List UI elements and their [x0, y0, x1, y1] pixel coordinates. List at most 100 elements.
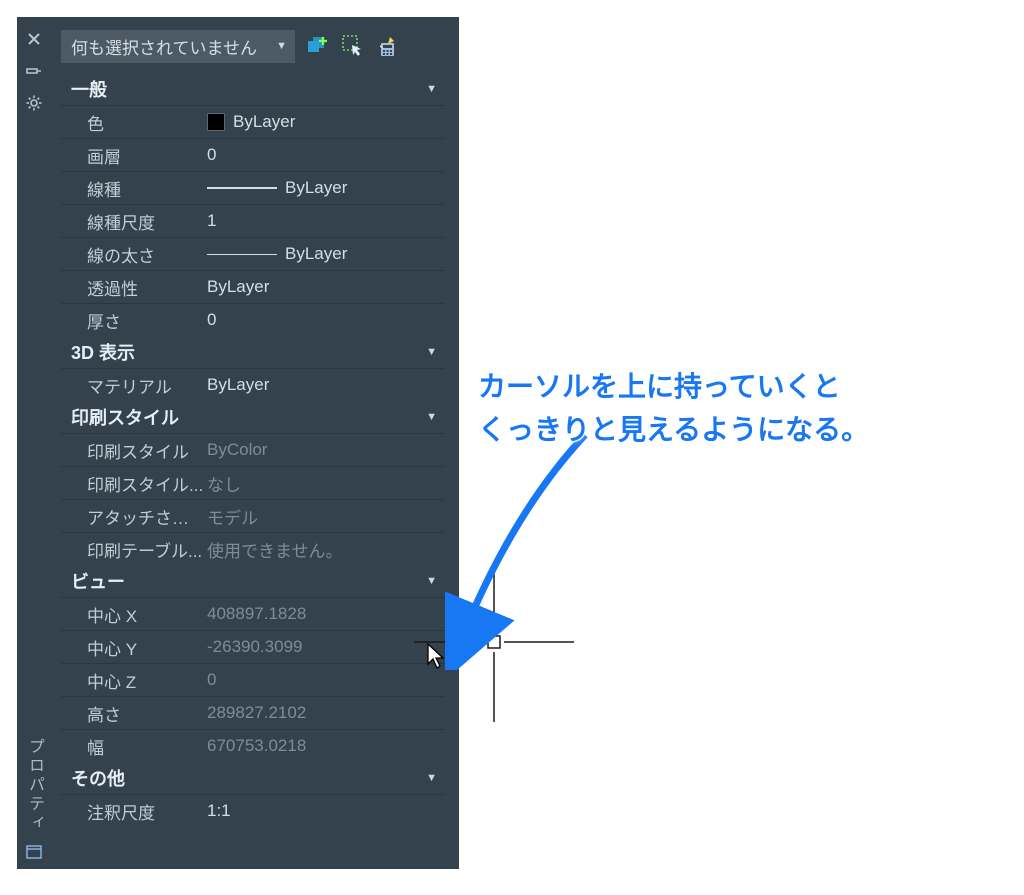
property-value: なし: [205, 471, 445, 496]
property-label: 幅: [61, 734, 205, 759]
property-value: モデル: [205, 504, 445, 529]
property-label: 線種尺度: [61, 209, 205, 234]
property-label: 印刷スタイル: [61, 438, 205, 463]
palette-body: 何も選択されていません ▼: [51, 17, 459, 869]
property-row[interactable]: マテリアルByLayer: [61, 368, 445, 401]
property-row[interactable]: 印刷スタイル...なし: [61, 466, 445, 499]
annotation-text: カーソルを上に持っていくと くっきりと見えるようになる。: [478, 365, 998, 452]
property-row[interactable]: 中心 Z0: [61, 663, 445, 696]
property-value[interactable]: ByLayer: [205, 375, 445, 395]
gear-icon[interactable]: [22, 91, 46, 115]
property-value-text: 408897.1828: [207, 604, 306, 624]
property-label: 透過性: [61, 275, 205, 300]
property-row[interactable]: 線種 ByLayer: [61, 171, 445, 204]
property-label: 印刷テーブル...: [61, 537, 205, 562]
palette-title: プロパティ: [22, 738, 46, 833]
collapse-icon: ▼: [426, 411, 437, 423]
property-value-text: ByLayer: [285, 244, 347, 264]
property-value-text: ByLayer: [207, 375, 269, 395]
property-value-text: 0: [207, 145, 216, 165]
property-value-text: ByLayer: [233, 112, 295, 132]
properties-list: 一般▼色ByLayer画層0線種ByLayer線種尺度1線の太さByLayer透…: [61, 73, 445, 869]
category-name: ビュー: [71, 568, 125, 594]
property-label: 印刷スタイル...: [61, 471, 205, 496]
annotation-arrow: [445, 420, 625, 670]
category-name: 印刷スタイル: [71, 404, 179, 430]
property-value-text: 使用できません。: [207, 537, 343, 562]
property-label: 中心 Z: [61, 668, 205, 693]
property-row[interactable]: 印刷テーブル...使用できません。: [61, 532, 445, 565]
category-header[interactable]: 印刷スタイル ▼: [61, 401, 445, 433]
quick-calc-icon[interactable]: [375, 32, 403, 60]
property-label: 線種: [61, 176, 205, 201]
collapse-icon: ▼: [426, 772, 437, 784]
property-value-text: ByLayer: [285, 178, 347, 198]
property-value[interactable]: 0: [205, 310, 445, 330]
category-header[interactable]: ビュー ▼: [61, 565, 445, 597]
property-label: 厚さ: [61, 308, 205, 333]
property-row[interactable]: 画層0: [61, 138, 445, 171]
linetype-preview: [207, 187, 277, 189]
property-value: 670753.0218: [205, 736, 445, 756]
annotation-line: カーソルを上に持っていくと: [478, 365, 998, 408]
property-row[interactable]: 幅670753.0218: [61, 729, 445, 762]
category-header[interactable]: 一般 ▼: [61, 73, 445, 105]
property-value-text: 289827.2102: [207, 703, 306, 723]
property-value: 0: [205, 670, 445, 690]
color-swatch: [207, 113, 225, 131]
property-value[interactable]: ByLayer: [205, 178, 445, 198]
property-row[interactable]: 注釈尺度1:1: [61, 794, 445, 827]
property-row[interactable]: 色 ByLayer: [61, 105, 445, 138]
lineweight-preview: [207, 254, 277, 255]
pin-icon[interactable]: [22, 59, 46, 83]
property-label: 色: [61, 110, 205, 135]
quick-select-icon[interactable]: [339, 32, 367, 60]
property-row[interactable]: 透過性ByLayer: [61, 270, 445, 303]
property-row[interactable]: 中心 Y-26390.3099: [61, 630, 445, 663]
collapse-icon: ▼: [426, 83, 437, 95]
property-row[interactable]: アタッチされた...モデル: [61, 499, 445, 532]
property-value-text: 0: [207, 670, 216, 690]
property-value[interactable]: ByLayer: [205, 112, 445, 132]
property-value-text: なし: [207, 471, 241, 496]
properties-palette: プロパティ 何も選択されていません ▼: [17, 17, 459, 869]
property-value[interactable]: 1:1: [205, 801, 445, 821]
property-value[interactable]: 1: [205, 211, 445, 231]
property-row[interactable]: 線種尺度1: [61, 204, 445, 237]
selection-dropdown[interactable]: 何も選択されていません ▼: [61, 30, 295, 63]
window-icon[interactable]: [25, 843, 43, 861]
property-label: 中心 X: [61, 602, 205, 627]
collapse-icon: ▼: [426, 346, 437, 358]
property-value[interactable]: ByLayer: [205, 244, 445, 264]
palette-sidebar: プロパティ: [17, 17, 51, 869]
property-label: 高さ: [61, 701, 205, 726]
property-value-text: モデル: [207, 504, 258, 529]
property-label: マテリアル: [61, 373, 205, 398]
property-value: 289827.2102: [205, 703, 445, 723]
property-value: -26390.3099: [205, 637, 445, 657]
chevron-down-icon: ▼: [276, 40, 287, 52]
property-value[interactable]: ByLayer: [205, 277, 445, 297]
property-value[interactable]: 0: [205, 145, 445, 165]
property-row[interactable]: 高さ289827.2102: [61, 696, 445, 729]
property-row[interactable]: 印刷スタイルByColor: [61, 433, 445, 466]
property-label: 画層: [61, 143, 205, 168]
add-selection-icon[interactable]: [303, 32, 331, 60]
property-row[interactable]: 線の太さ ByLayer: [61, 237, 445, 270]
property-label: 中心 Y: [61, 635, 205, 660]
property-row[interactable]: 中心 X408897.1828: [61, 597, 445, 630]
category-header[interactable]: 3D 表示▼: [61, 336, 445, 368]
annotation-line: くっきりと見えるようになる。: [478, 408, 998, 451]
property-value-text: ByColor: [207, 440, 267, 460]
property-value: ByColor: [205, 440, 445, 460]
property-row[interactable]: 厚さ0: [61, 303, 445, 336]
property-label: 線の太さ: [61, 242, 205, 267]
category-name: 一般: [71, 76, 107, 102]
close-icon[interactable]: [22, 27, 46, 51]
property-value: 使用できません。: [205, 537, 445, 562]
property-value-text: ByLayer: [207, 277, 269, 297]
property-value-text: 0: [207, 310, 216, 330]
selection-label: 何も選択されていません: [71, 34, 257, 59]
category-header[interactable]: その他▼: [61, 762, 445, 794]
collapse-icon: ▼: [426, 575, 437, 587]
